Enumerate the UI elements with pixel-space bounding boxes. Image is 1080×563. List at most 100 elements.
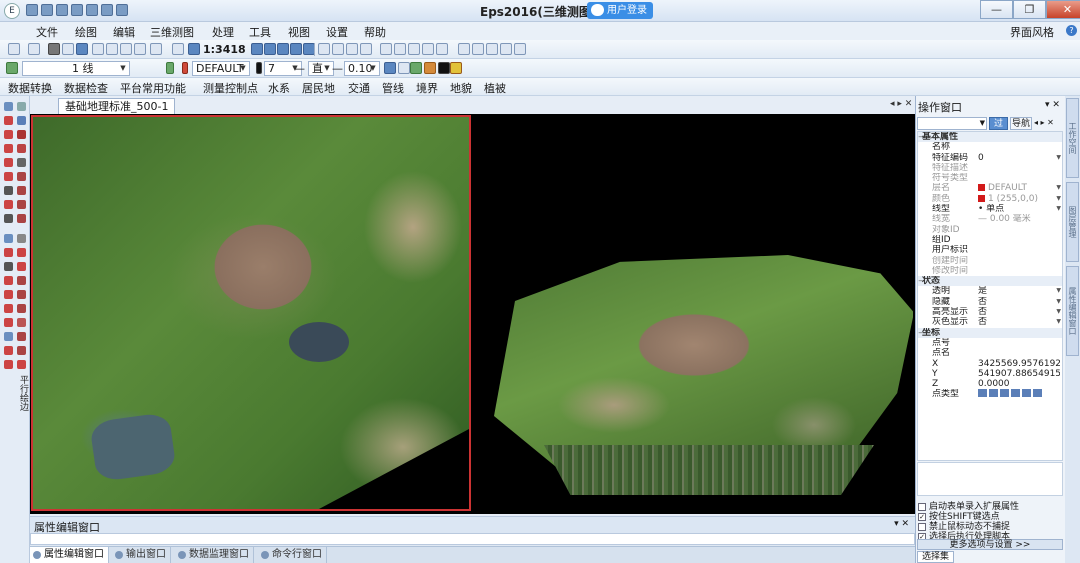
code-combo[interactable]: 1 线 ▼	[22, 61, 130, 76]
property-row[interactable]: 点名	[918, 348, 1062, 358]
chevron-down-icon[interactable]: ▼	[1056, 183, 1061, 193]
chevron-down-icon[interactable]: ▼	[1056, 297, 1061, 307]
customize-icon[interactable]	[116, 4, 128, 16]
trim-tool-icon[interactable]	[4, 172, 13, 181]
chevron-down-icon[interactable]: ▼	[1056, 317, 1061, 327]
tile-view-icon[interactable]	[264, 43, 276, 55]
undo-icon[interactable]	[8, 43, 20, 55]
attr-brush-icon[interactable]	[398, 62, 410, 74]
tab-document[interactable]: 基础地理标准_500-1	[58, 98, 176, 114]
attr-panel-body[interactable]	[30, 533, 915, 545]
help-icon[interactable]: ?	[1066, 25, 1077, 36]
snap-icon[interactable]	[380, 43, 392, 55]
menu-tools[interactable]: 工具	[249, 24, 271, 40]
region-tool-icon[interactable]	[4, 332, 13, 341]
line-tool-icon[interactable]	[4, 116, 13, 125]
chevron-down-icon[interactable]: ▼	[1056, 286, 1061, 296]
chevron-down-icon[interactable]: ▼	[1056, 307, 1061, 317]
zoom-previous-icon[interactable]	[172, 43, 184, 55]
menu-pipeline[interactable]: 管线	[382, 80, 404, 96]
new-file-icon[interactable]	[26, 4, 38, 16]
tab-command-line[interactable]: 命令行窗口	[258, 547, 327, 563]
curve-tool-icon[interactable]	[17, 318, 26, 327]
property-row[interactable]: Z 0.0000	[918, 379, 1062, 389]
menu-landform[interactable]: 地貌	[450, 80, 472, 96]
grid-tool-icon[interactable]	[4, 234, 13, 243]
highlight-icon[interactable]	[450, 62, 462, 74]
refresh-icon[interactable]	[150, 43, 162, 55]
grid-view-icon[interactable]	[251, 43, 263, 55]
layer-icon[interactable]	[6, 62, 18, 74]
property-group[interactable]: 状态 −	[918, 276, 1062, 287]
menu-process[interactable]: 处理	[212, 24, 234, 40]
property-row[interactable]: 灰色显示否 ▼	[918, 317, 1062, 327]
hatch-tool-icon[interactable]	[17, 332, 26, 341]
property-value[interactable]: 1 (255,0,0)	[978, 194, 1060, 204]
linetype-combo[interactable]: 直 ▼	[308, 61, 334, 76]
snap-tool-icon[interactable]	[4, 276, 13, 285]
chevron-down-icon[interactable]: ▼	[1056, 153, 1061, 163]
zoom-window-icon[interactable]	[120, 43, 132, 55]
scale-value[interactable]: 1:3418	[203, 43, 246, 56]
menu-water[interactable]: 水系	[268, 80, 290, 96]
select-tool-icon[interactable]	[4, 102, 13, 111]
property-group[interactable]: 坐标 −	[918, 327, 1062, 338]
property-value[interactable]: 否	[978, 317, 1060, 327]
property-value[interactable]: — 0.00 毫米	[978, 214, 1060, 224]
open-file-icon[interactable]	[41, 4, 53, 16]
orthophoto-view[interactable]	[31, 115, 471, 511]
arc-tool-icon[interactable]	[17, 144, 26, 153]
menu-draw[interactable]: 绘图	[75, 24, 97, 40]
property-group[interactable]: 基本属性 −	[918, 132, 1062, 143]
tab-output[interactable]: 输出窗口	[112, 547, 171, 563]
chevron-down-icon[interactable]: ▼	[1056, 194, 1061, 204]
property-value[interactable]: • 单点	[978, 204, 1060, 214]
property-value[interactable]: DEFAULT	[978, 183, 1060, 193]
menu-help[interactable]: 帮助	[364, 24, 386, 40]
triangle-tool-icon[interactable]	[4, 262, 13, 271]
menu-data-check[interactable]: 数据检查	[64, 80, 108, 96]
rotate-tool-icon[interactable]	[17, 186, 26, 195]
collapse-icon[interactable]: −	[918, 328, 924, 338]
property-row[interactable]: 层名 DEFAULT ▼	[918, 183, 1062, 193]
globe-tool-icon[interactable]	[17, 116, 26, 125]
vtab-attr-edit[interactable]: 属性编辑窗口	[1066, 266, 1079, 356]
close-button[interactable]: ✕	[1046, 0, 1080, 19]
style-icon[interactable]	[424, 62, 436, 74]
undo-icon[interactable]	[101, 4, 113, 16]
offset-tool-icon[interactable]	[4, 214, 13, 223]
filter-button[interactable]: 过滤	[989, 117, 1008, 141]
redo-icon[interactable]	[28, 43, 40, 55]
bulb-icon[interactable]	[166, 62, 174, 74]
snap-grid-icon[interactable]	[436, 43, 448, 55]
property-value[interactable]	[978, 389, 1060, 400]
property-value[interactable]: 是	[978, 286, 1060, 296]
property-row[interactable]: 高亮显示否 ▼	[918, 307, 1062, 317]
move-tool-icon[interactable]	[4, 186, 13, 195]
view-ortho-icon[interactable]	[332, 43, 344, 55]
menu-residential[interactable]: 居民地	[302, 80, 335, 96]
label-tool-icon[interactable]	[4, 346, 13, 355]
minimize-button[interactable]: —	[980, 0, 1013, 19]
rect-tool-icon[interactable]	[4, 130, 13, 139]
login-button[interactable]: 用户登录	[587, 2, 653, 19]
property-row[interactable]: 符号类型	[918, 173, 1062, 183]
point-type-buttons[interactable]	[978, 389, 1042, 398]
snap-end-icon[interactable]	[394, 43, 406, 55]
chamfer-tool-icon[interactable]	[17, 304, 26, 313]
extend-tool-icon[interactable]	[17, 172, 26, 181]
property-value[interactable]: 3425569.9576192...	[978, 359, 1060, 369]
collapse-icon[interactable]: −	[918, 132, 924, 142]
property-row[interactable]: 点类型	[918, 389, 1062, 399]
cascade-view-icon[interactable]	[290, 43, 302, 55]
view-sync-icon[interactable]	[360, 43, 372, 55]
measure-icon[interactable]	[458, 43, 470, 55]
view-model-icon[interactable]	[346, 43, 358, 55]
node-tool-icon[interactable]	[4, 248, 13, 257]
edit-attr-icon[interactable]	[410, 62, 422, 74]
menu-view[interactable]: 视图	[288, 24, 310, 40]
save-as-icon[interactable]	[71, 4, 83, 16]
fill-icon[interactable]	[438, 62, 450, 74]
more-icon[interactable]	[514, 43, 526, 55]
property-row[interactable]: 隐藏 否 ▼	[918, 297, 1062, 307]
